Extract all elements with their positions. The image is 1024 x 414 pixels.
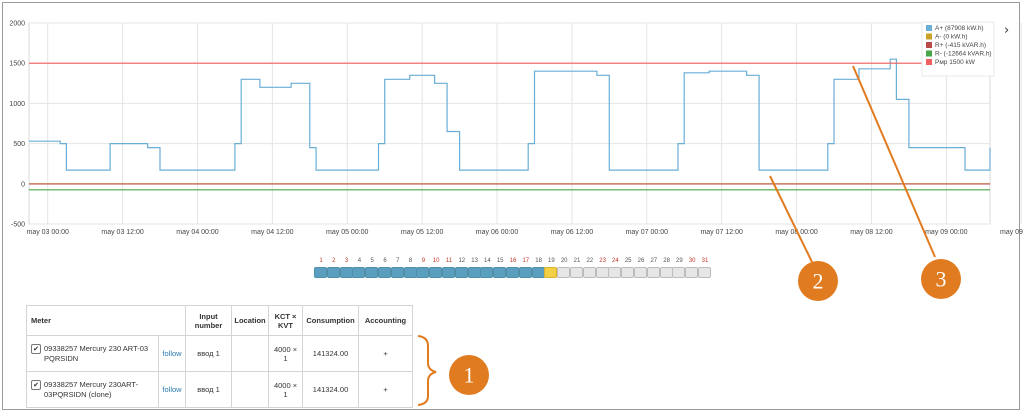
legend-swatch: [926, 50, 932, 57]
meter-table: Meter Input number Location KCT × KVT Co…: [25, 305, 414, 408]
follow-link[interactable]: follow: [162, 349, 181, 358]
plot-area: [28, 22, 991, 225]
day-box[interactable]: [339, 267, 353, 278]
day-box[interactable]: [634, 267, 647, 278]
legend-entry: A- (0 kW.h): [935, 34, 968, 41]
day-box[interactable]: [378, 267, 391, 278]
meter-name: 09338257 Mercury 230ART-03PQRSIDN (clone…: [44, 379, 139, 399]
day-box[interactable]: [467, 267, 481, 278]
day-box[interactable]: [595, 267, 609, 278]
meter-checkbox[interactable]: ✔: [31, 343, 41, 354]
day-box[interactable]: [659, 267, 673, 278]
x-tick-label: may 09 00:00: [925, 229, 968, 236]
day-box[interactable]: [326, 267, 340, 278]
day-box[interactable]: [442, 267, 455, 278]
day-box[interactable]: [518, 267, 532, 278]
legend-entry: Pмр 1500 kW: [935, 59, 976, 66]
day-box[interactable]: [429, 267, 443, 278]
legend-swatch: [926, 59, 932, 65]
kct-kvt-cell: 4000 × 1: [268, 335, 304, 372]
location-cell: [231, 371, 270, 408]
day-box[interactable]: [365, 267, 379, 278]
x-tick-label: may 06 12:00: [551, 229, 594, 236]
header-consumption: Consumption: [302, 305, 360, 336]
legend-swatch: [926, 25, 932, 31]
x-tick-label: may 05 12:00: [401, 229, 444, 236]
consumption-cell: 141324.00: [302, 335, 360, 372]
day-box[interactable]: [506, 267, 519, 278]
legend-entry: A+ (87908 kW.h): [935, 25, 984, 32]
day-box[interactable]: [608, 267, 622, 278]
day-box[interactable]: [544, 267, 558, 278]
legend-swatch: [926, 42, 932, 48]
meter-checkbox[interactable]: ✔: [31, 379, 41, 390]
day-box[interactable]: [582, 267, 596, 278]
day-box[interactable]: [531, 267, 545, 278]
consumption-cell: 141324.00: [302, 371, 360, 408]
header-kct-kvt: KCT × KVT: [268, 305, 304, 336]
day-box[interactable]: [672, 267, 686, 278]
x-tick-label: may 05 00:00: [326, 229, 369, 236]
x-tick-label: may 03 12:00: [101, 229, 144, 236]
y-tick-label: 2000: [9, 21, 25, 28]
day-box[interactable]: [454, 267, 468, 278]
x-tick-label: may 08 12:00: [850, 229, 893, 236]
kct-kvt-cell: 4000 × 1: [268, 371, 304, 408]
y-tick-label: 1000: [9, 101, 25, 108]
header-accounting: Accounting: [358, 305, 414, 336]
day-box[interactable]: [621, 267, 635, 278]
day-box[interactable]: [314, 267, 327, 278]
day-box[interactable]: [698, 267, 711, 278]
y-tick-label: 1500: [9, 61, 25, 68]
y-tick-label: 0: [21, 181, 25, 188]
day-box[interactable]: [493, 267, 507, 278]
y-tick-label: 500: [13, 141, 25, 148]
legend-entry: R+ (-415 kVAR.h): [935, 42, 986, 49]
day-box[interactable]: [403, 267, 417, 278]
legend-entry: R- (-12664 kVAR.h): [935, 51, 992, 58]
legend-swatch: [926, 33, 932, 40]
day-box[interactable]: [646, 267, 660, 278]
table-header-row: Meter Input number Location KCT × KVT Co…: [25, 305, 414, 336]
day-box[interactable]: [570, 267, 583, 278]
header-location: Location: [231, 305, 270, 336]
meter-name: 09338257 Mercury 230 ART-03 PQRSIDN: [44, 343, 149, 363]
day-box[interactable]: [416, 267, 430, 278]
x-tick-label: may 06 00:00: [476, 229, 519, 236]
x-tick-label: may 08 00:00: [775, 229, 818, 236]
day-box[interactable]: [352, 267, 366, 278]
consumption-chart: 2000 1500 1000 500 0 -500may 03 00:00 may 03 1…: [9, 21, 1024, 237]
day-box[interactable]: [480, 267, 494, 278]
x-tick-label: may 07 12:00: [700, 229, 743, 236]
table-row: ✔ 09338257 Mercury 230ART-03PQRSIDN (clon…: [26, 371, 414, 408]
meter-cell: ✔ 09338257 Mercury 230 ART-03 PQRSIDN: [26, 335, 159, 372]
x-tick-label: may 07 00:00: [626, 229, 669, 236]
follow-cell: follow: [157, 335, 187, 372]
day-box[interactable]: [685, 267, 699, 278]
accounting-cell: +: [358, 335, 414, 372]
table-row: ✔ 09338257 Mercury 230 ART-03 PQRSIDN fol…: [26, 335, 414, 372]
day-box[interactable]: [557, 267, 571, 278]
day-number: 31: [701, 258, 709, 264]
x-tick-label: may 09 12:00: [1000, 229, 1024, 236]
header-meter: Meter: [25, 305, 187, 336]
x-tick-label: may 03 00:00: [27, 229, 70, 236]
chevron-right-icon[interactable]: ›: [1004, 24, 1009, 37]
day-box[interactable]: [390, 267, 404, 278]
x-tick-label: may 04 00:00: [176, 229, 219, 236]
meter-cell: ✔ 09338257 Mercury 230ART-03PQRSIDN (clon…: [26, 371, 159, 408]
x-tick-label: may 04 12:00: [251, 229, 294, 236]
header-input-number: Input number: [185, 305, 233, 336]
follow-cell: follow: [157, 371, 187, 408]
location-cell: [231, 335, 270, 372]
follow-link[interactable]: follow: [162, 385, 181, 394]
input-number-cell: ввод 1: [185, 335, 233, 372]
accounting-cell: +: [358, 371, 414, 408]
day-cell: 31: [698, 257, 712, 278]
input-number-cell: ввод 1: [185, 371, 233, 408]
y-tick-label: -500: [11, 222, 25, 229]
